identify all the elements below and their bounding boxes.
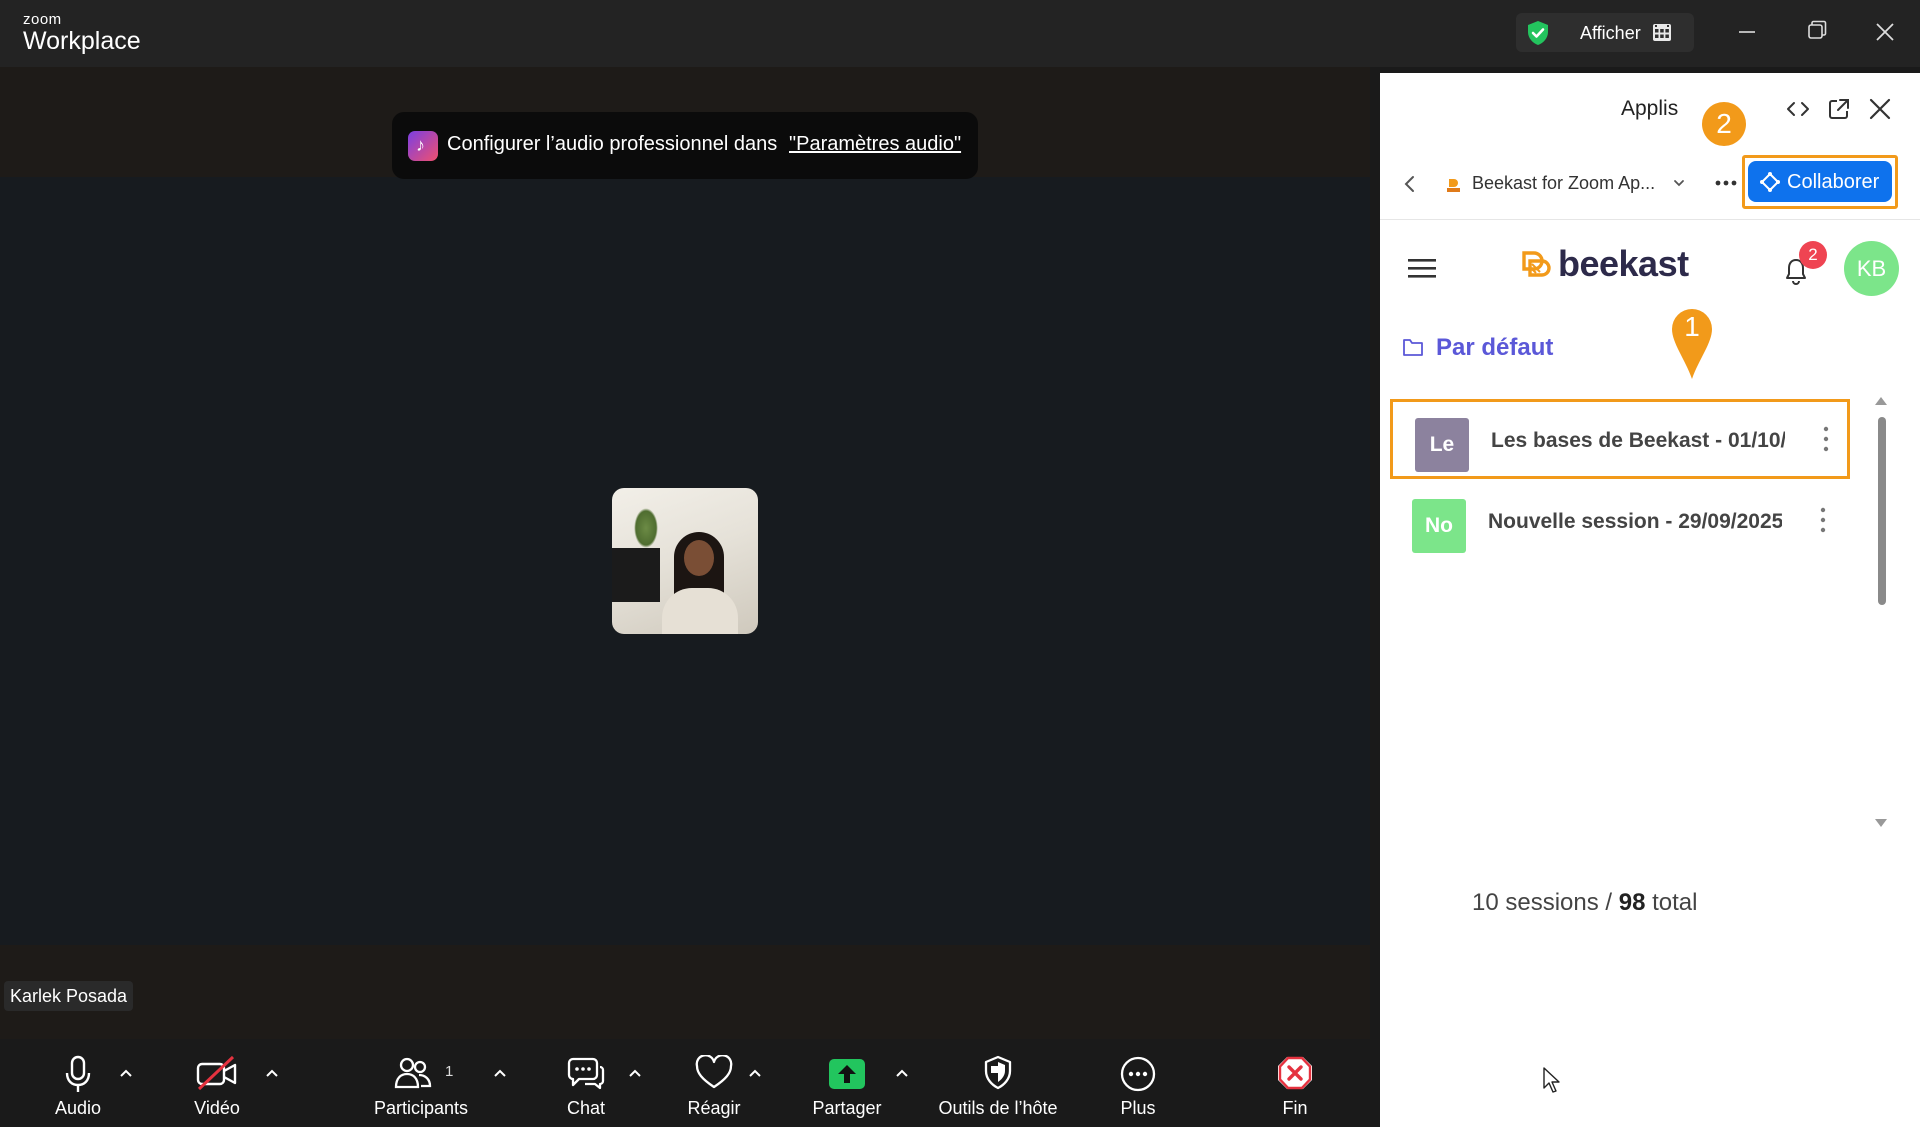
avatar-face — [684, 540, 714, 576]
more-dots-icon — [1120, 1056, 1156, 1092]
view-button[interactable]: Afficher — [1516, 13, 1694, 52]
react-label: Réagir — [687, 1098, 741, 1118]
scrollbar-thumb[interactable] — [1878, 417, 1886, 605]
react-button[interactable]: Réagir — [674, 1039, 754, 1127]
share-label: Partager — [812, 1098, 882, 1118]
shield-check-icon — [1528, 21, 1548, 45]
avatar-body — [662, 588, 738, 634]
avatar-plant — [634, 508, 658, 548]
view-button-label: Afficher — [1580, 23, 1641, 43]
list-item[interactable]: Le Les bases de Beekast - 01/10/2025 — [1390, 399, 1850, 479]
video-off-icon — [196, 1055, 237, 1091]
session-initials: Le — [1415, 418, 1469, 472]
end-label: Fin — [1282, 1098, 1308, 1118]
close-icon[interactable] — [1865, 14, 1905, 50]
banner-text: Configurer l’audio professionnel dans — [447, 133, 778, 155]
microphone-icon — [65, 1055, 91, 1092]
participants-button[interactable]: Participants — [366, 1039, 476, 1127]
chat-options-caret[interactable] — [625, 1065, 645, 1081]
session-initials: No — [1412, 499, 1466, 553]
dropdown-chevron-icon[interactable] — [1672, 177, 1686, 189]
participants-label: Participants — [373, 1098, 469, 1118]
back-chevron-icon[interactable] — [1402, 173, 1418, 195]
react-options-caret[interactable] — [745, 1065, 765, 1081]
share-arrow-icon — [829, 1059, 865, 1089]
notification-badge: 2 — [1799, 241, 1827, 269]
apps-panel: Applis 2 Beekast for Zoom Ap... Collabor… — [1380, 73, 1920, 1127]
audio-settings-link[interactable]: "Paramètres audio" — [789, 133, 961, 156]
hamburger-icon[interactable] — [1408, 257, 1436, 279]
popout-icon[interactable] — [1825, 95, 1853, 123]
end-meeting-button[interactable]: Fin — [1255, 1039, 1335, 1127]
chat-icon — [567, 1057, 605, 1090]
count-prefix: 10 sessions / — [1472, 889, 1619, 916]
session-count: 10 sessions / 98 total — [1472, 889, 1697, 917]
more-label: Plus — [1120, 1098, 1156, 1118]
video-button[interactable]: Vidéo — [177, 1039, 257, 1127]
video-options-caret[interactable] — [262, 1065, 282, 1081]
folder-name: Par défaut — [1436, 334, 1554, 361]
host-tools-label: Outils de l’hôte — [938, 1098, 1058, 1118]
avatar-piano — [612, 548, 660, 602]
grid-icon — [1653, 24, 1671, 41]
stage-bottom-strip — [0, 945, 1370, 1039]
restore-icon[interactable] — [1796, 14, 1836, 50]
app-name-dropdown[interactable]: Beekast for Zoom Ap... — [1472, 173, 1655, 194]
close-panel-icon[interactable] — [1866, 95, 1894, 123]
apps-panel-header: Applis 2 — [1380, 73, 1920, 149]
kebab-icon[interactable] — [1818, 505, 1828, 535]
chat-button[interactable]: Chat — [546, 1039, 626, 1127]
meeting-toolbar: Audio Vidéo Participants 1 Chat Réagir P… — [0, 1039, 1370, 1127]
video-label: Vidéo — [194, 1098, 240, 1118]
list-item[interactable]: No Nouvelle session - 29/09/2025 — [1390, 483, 1850, 563]
count-total: 98 — [1618, 889, 1646, 916]
host-shield-icon — [984, 1055, 1012, 1090]
participant-name-tag: Karlek Posada — [4, 981, 134, 1011]
session-name: Nouvelle session - 29/09/2025 — [1488, 510, 1782, 533]
beekast-app-icon — [1447, 179, 1460, 192]
end-x-icon — [1278, 1056, 1312, 1090]
brand-big: Workplace — [23, 27, 141, 55]
participants-options-caret[interactable] — [490, 1065, 510, 1081]
participants-icon — [394, 1057, 432, 1089]
title-bar: zoom Workplace Afficher — [0, 0, 1920, 67]
audio-options-caret[interactable] — [116, 1065, 136, 1081]
cursor-icon — [1543, 1067, 1560, 1093]
minimize-icon[interactable] — [1727, 14, 1767, 50]
share-button[interactable]: Partager — [800, 1039, 894, 1127]
step-1-label: 1 — [1684, 311, 1700, 342]
step-2-badge: 2 — [1702, 102, 1746, 146]
music-note-icon: ♪ — [408, 131, 438, 161]
share-options-caret[interactable] — [892, 1065, 912, 1081]
beekast-wordmark: beekast — [1558, 243, 1689, 284]
beekast-logo-mark-icon — [1522, 251, 1551, 277]
audio-settings-banner: ♪ Configurer l’audio professionnel dans … — [392, 112, 978, 179]
more-button[interactable]: Plus — [1098, 1039, 1178, 1127]
collaborate-label: Collaborer — [1787, 171, 1880, 193]
audio-label: Audio — [54, 1098, 102, 1118]
meeting-stage: ♪ Configurer l’audio professionnel dans … — [0, 67, 1370, 1039]
collaborate-button[interactable]: Collaborer — [1748, 161, 1892, 202]
session-name: Les bases de Beekast - 01/10/2025 — [1491, 429, 1785, 452]
zoom-logo: zoom Workplace — [23, 12, 141, 54]
chat-label: Chat — [566, 1098, 606, 1118]
participant-avatar[interactable] — [612, 488, 758, 634]
count-suffix: total — [1645, 889, 1698, 916]
step-1-pin: 1 — [1669, 307, 1715, 381]
code-icon[interactable] — [1784, 95, 1812, 123]
folder-icon — [1403, 339, 1423, 356]
audio-button[interactable]: Audio — [38, 1039, 118, 1127]
session-list: Le Les bases de Beekast - 01/10/2025 No … — [1380, 389, 1920, 769]
collaborate-icon — [1760, 172, 1780, 192]
kebab-icon[interactable] — [1821, 424, 1831, 454]
brand-small: zoom — [23, 11, 62, 28]
panel-title: Applis — [1621, 97, 1679, 120]
ellipsis-icon[interactable] — [1714, 179, 1738, 187]
user-avatar[interactable]: KB — [1844, 241, 1899, 296]
host-tools-button[interactable]: Outils de l’hôte — [928, 1039, 1068, 1127]
beekast-header: beekast 2 KB — [1380, 221, 1920, 301]
heart-icon — [695, 1055, 733, 1089]
participants-count: 1 — [445, 1063, 454, 1080]
